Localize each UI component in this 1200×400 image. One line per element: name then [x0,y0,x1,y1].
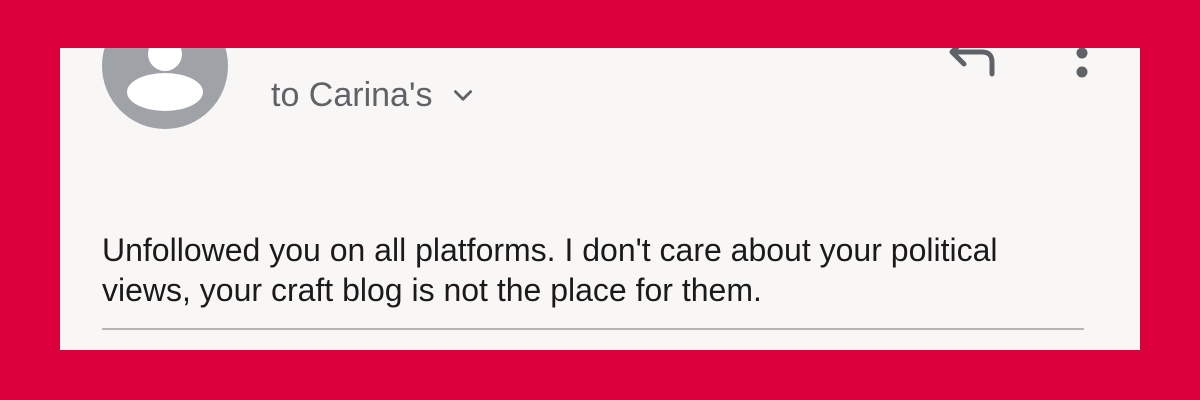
reply-icon[interactable] [944,48,1000,78]
message-body: Unfollowed you on all platforms. I don't… [102,232,998,308]
recipient-label: to Carina's [271,76,433,114]
chevron-down-icon [454,89,473,101]
person-avatar-icon [127,48,203,111]
sender-avatar[interactable] [102,48,228,129]
red-background: to Carina's Unfollowed you on all platfo… [0,0,1200,400]
recipient-toggle[interactable]: to Carina's [271,76,476,115]
email-message-card: to Carina's Unfollowed you on all platfo… [60,48,1140,350]
divider [102,328,1084,330]
more-vert-icon[interactable] [1068,48,1096,84]
